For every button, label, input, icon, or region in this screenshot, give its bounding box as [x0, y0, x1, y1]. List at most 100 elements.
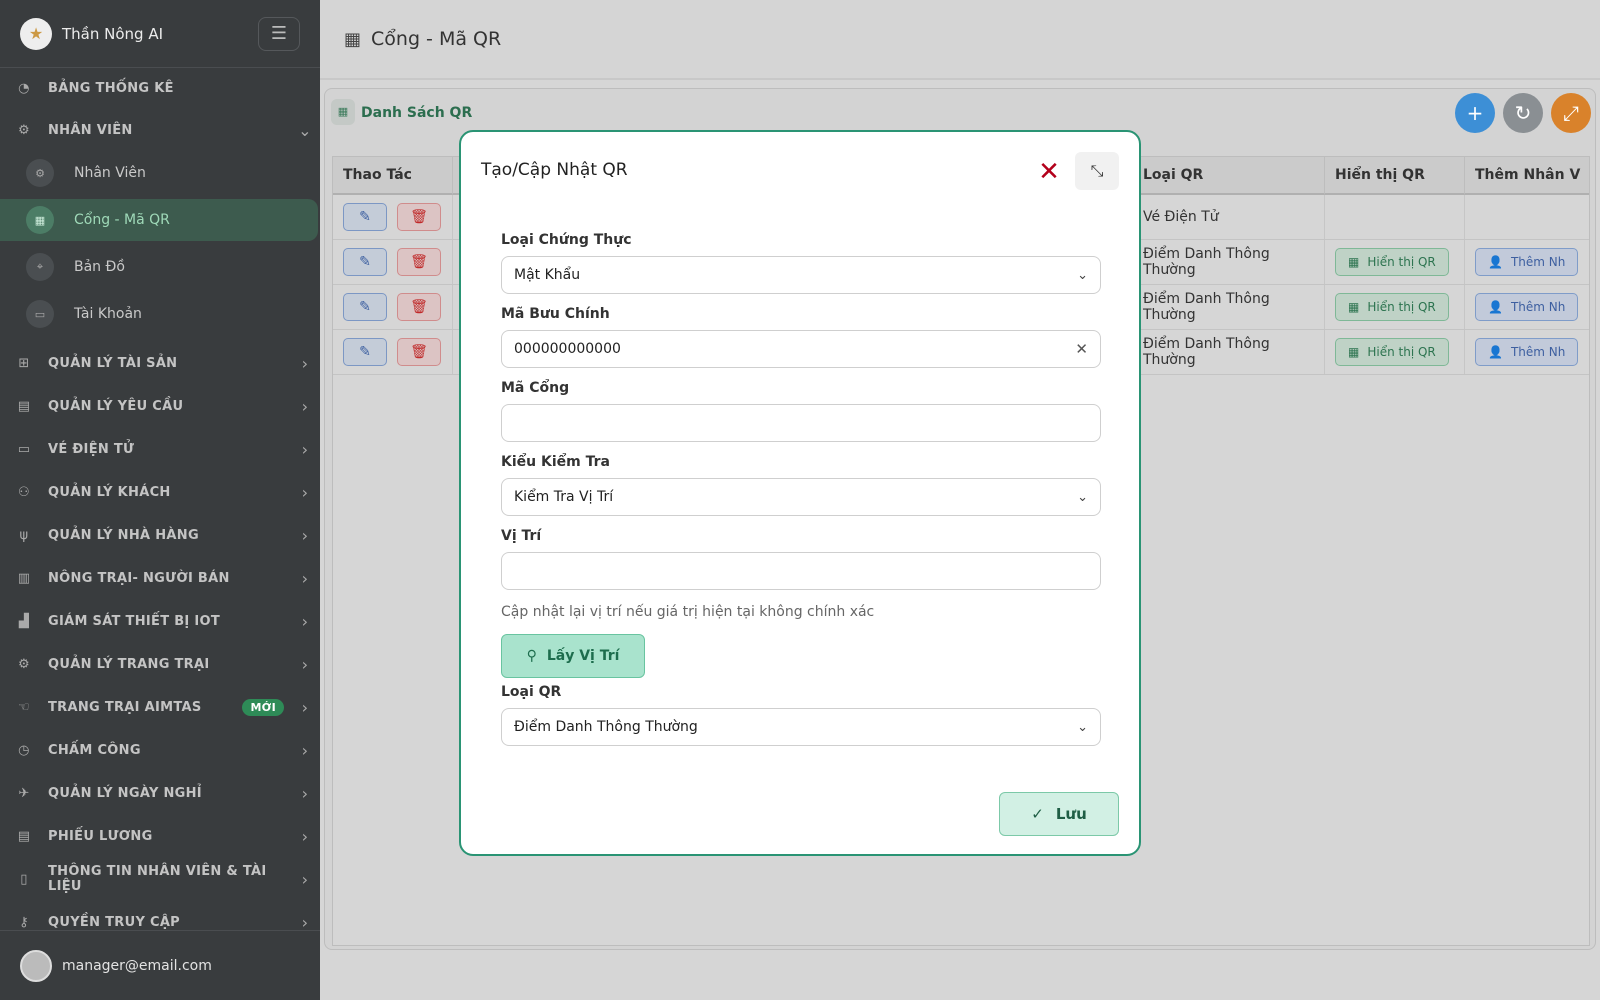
sidebar-subitem-account[interactable]: ▭ Tài Khoản: [0, 293, 318, 335]
add-staff-button[interactable]: 👤 Thêm Nh: [1475, 338, 1579, 366]
show-qr-cell: ▦ Hiển thị QR: [1325, 240, 1465, 284]
actions-cell: ✎ 🗑: [333, 285, 453, 329]
get-location-button[interactable]: ⚲ Lấy Vị Trí: [501, 634, 645, 678]
sidebar-item-assets[interactable]: ⊞ QUẢN LÝ TÀI SẢN ›: [0, 343, 320, 383]
add-staff-cell: 👤 Thêm Nh: [1465, 285, 1589, 329]
sidebar-item-staff[interactable]: ⚙ NHÂN VIÊN ⌄: [0, 110, 320, 150]
postal-code-input[interactable]: 000000000000 ✕: [501, 330, 1101, 368]
sidebar-item-farm-seller[interactable]: ▥ NÔNG TRẠI- NGƯỜI BÁN ›: [0, 558, 320, 598]
menu-toggle-icon[interactable]: ☰: [258, 16, 300, 51]
user-check-icon: 👤: [1488, 255, 1503, 269]
users-gear-icon: ⚙: [26, 159, 54, 187]
clear-icon[interactable]: ✕: [1075, 340, 1088, 358]
add-staff-cell: 👤 Thêm Nh: [1465, 240, 1589, 284]
show-qr-button[interactable]: ▦ Hiển thị QR: [1335, 338, 1449, 366]
chevron-down-icon: ⌄: [298, 120, 312, 140]
tractor-icon: ⚙: [18, 656, 30, 672]
sidebar-item-dashboard[interactable]: ◔ BẢNG THỐNG KÊ: [0, 68, 320, 108]
column-header-qr-type[interactable]: Loại QR: [1133, 157, 1325, 195]
actions-cell: ✎ 🗑: [333, 330, 453, 374]
sidebar-item-guests[interactable]: ⚇ QUẢN LÝ KHÁCH ›: [0, 472, 320, 512]
sidebar-item-access[interactable]: ⚷ QUYỀN TRUY CẬP ›: [0, 902, 320, 931]
refresh-button[interactable]: ↻: [1503, 93, 1543, 133]
auth-type-select[interactable]: Mật Khẩu ⌄: [501, 256, 1101, 294]
brand-logo[interactable]: ★: [20, 17, 52, 50]
show-qr-button[interactable]: ▦ Hiển thị QR: [1335, 293, 1449, 321]
column-header-actions[interactable]: Thao Tác: [333, 157, 453, 195]
qr-type-cell: Điểm Danh Thông Thường: [1133, 285, 1325, 329]
page-header: ▦ Cổng - Mã QR: [320, 0, 1600, 80]
chevron-right-icon: ›: [301, 439, 309, 459]
edit-button[interactable]: ✎: [343, 293, 387, 321]
close-modal-button[interactable]: ✕: [1031, 154, 1067, 190]
delete-button[interactable]: 🗑: [397, 293, 441, 321]
sidebar-item-aimtas[interactable]: ☜ TRANG TRẠI AIMTAS MỚI ›: [0, 687, 320, 727]
sidebar-item-payslip[interactable]: ▤ PHIẾU LƯƠNG ›: [0, 816, 320, 856]
sidebar-item-staff-docs[interactable]: ▯ THÔNG TIN NHÂN VIÊN & TÀI LIỆU ›: [0, 859, 320, 899]
plane-icon: ✈: [18, 785, 30, 801]
add-button[interactable]: +: [1455, 93, 1495, 133]
sidebar-item-farm-management[interactable]: ⚙ QUẢN LÝ TRANG TRẠI ›: [0, 644, 320, 684]
qr-icon: ▦: [1348, 300, 1360, 314]
gate-code-input[interactable]: [501, 404, 1101, 442]
edit-button[interactable]: ✎: [343, 248, 387, 276]
page-title: Cổng - Mã QR: [371, 28, 502, 50]
hand-icon: ☜: [18, 699, 30, 715]
postal-code-label: Mã Bưu Chính: [501, 306, 610, 322]
edit-button[interactable]: ✎: [343, 203, 387, 231]
users-gear-icon: ⚙: [18, 122, 30, 138]
sidebar-menu: ◔ BẢNG THỐNG KÊ ⚙ NHÂN VIÊN ⌄ ⚙ Nhân Viê…: [0, 68, 320, 930]
chevron-down-icon: ⌄: [1077, 489, 1088, 505]
gate-code-label: Mã Cổng: [501, 380, 570, 396]
fullscreen-button[interactable]: ⤡: [1075, 152, 1119, 190]
map-icon: ⌖: [26, 253, 54, 281]
expand-icon: ⤢: [1563, 101, 1579, 125]
column-header-show-qr[interactable]: Hiển thị QR: [1325, 157, 1465, 195]
refresh-icon: ↻: [1514, 101, 1532, 125]
edit-button[interactable]: ✎: [343, 338, 387, 366]
sidebar-subitem-staff[interactable]: ⚙ Nhân Viên: [0, 152, 318, 194]
new-badge: MỚI: [242, 698, 284, 716]
guests-icon: ⚇: [18, 484, 30, 500]
show-qr-button[interactable]: ▦ Hiển thị QR: [1335, 248, 1449, 276]
sidebar-item-leave[interactable]: ✈ QUẢN LÝ NGÀY NGHỈ ›: [0, 773, 320, 813]
delete-button[interactable]: 🗑: [397, 338, 441, 366]
location-hint: Cập nhật lại vị trí nếu giá trị hiện tại…: [501, 604, 875, 620]
save-button[interactable]: ✓ Lưu: [999, 792, 1119, 836]
delete-button[interactable]: 🗑: [397, 203, 441, 231]
chevron-right-icon: ›: [301, 869, 309, 889]
sidebar-subitem-map[interactable]: ⌖ Bản Đồ: [0, 246, 318, 288]
trash-icon: 🗑: [410, 254, 428, 270]
chevron-down-icon: ⌄: [1077, 719, 1088, 735]
docs-icon: ▯: [20, 871, 28, 887]
location-label: Vị Trí: [501, 528, 542, 544]
utensils-icon: ψ: [19, 527, 29, 543]
sidebar-item-restaurant[interactable]: ψ QUẢN LÝ NHÀ HÀNG ›: [0, 515, 320, 555]
column-header-add-staff[interactable]: Thêm Nhân V: [1465, 157, 1589, 195]
qr-type-select[interactable]: Điểm Danh Thông Thường ⌄: [501, 708, 1101, 746]
user-email: manager@email.com: [62, 957, 212, 974]
chevron-right-icon: ›: [301, 697, 309, 717]
check-type-select[interactable]: Kiểm Tra Vị Trí ⌄: [501, 478, 1101, 516]
actions-cell: ✎ 🗑: [333, 240, 453, 284]
show-qr-cell: [1325, 195, 1465, 239]
expand-card-button[interactable]: ⤢: [1551, 93, 1591, 133]
qr-type-label: Loại QR: [501, 684, 562, 700]
add-staff-cell: 👤 Thêm Nh: [1465, 330, 1589, 374]
add-staff-button[interactable]: 👤 Thêm Nh: [1475, 248, 1579, 276]
user-check-icon: 👤: [1488, 300, 1503, 314]
sidebar-item-requests[interactable]: ▤ QUẢN LÝ YÊU CẦU ›: [0, 386, 320, 426]
sidebar-header: ★ Thần Nông AI ☰: [0, 0, 320, 68]
location-input[interactable]: [501, 552, 1101, 590]
trash-icon: 🗑: [410, 344, 428, 360]
sidebar-item-iot[interactable]: ▟ GIÁM SÁT THIẾT BỊ IOT ›: [0, 601, 320, 641]
sidebar-item-e-ticket[interactable]: ▭ VÉ ĐIỆN TỬ ›: [0, 429, 320, 469]
iot-icon: ▟: [18, 613, 30, 629]
sidebar-item-timekeeping[interactable]: ◷ CHẤM CÔNG ›: [0, 730, 320, 770]
sidebar-subitem-gate-qr[interactable]: ▦ Cổng - Mã QR: [0, 199, 318, 241]
user-profile[interactable]: manager@email.com: [0, 930, 320, 1000]
chevron-right-icon: ›: [301, 482, 309, 502]
add-staff-button[interactable]: 👤 Thêm Nh: [1475, 293, 1579, 321]
trash-icon: 🗑: [410, 299, 428, 315]
delete-button[interactable]: 🗑: [397, 248, 441, 276]
